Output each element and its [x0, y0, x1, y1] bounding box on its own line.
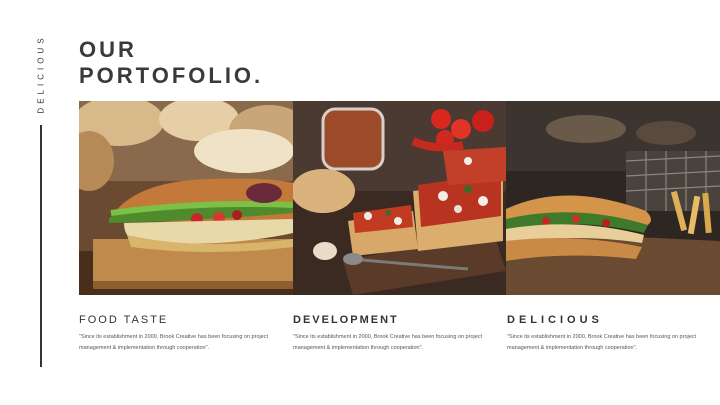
photo-sandwich: [79, 101, 293, 295]
portfolio-item-description: "Since its establishment in 2000, Brook …: [293, 334, 483, 351]
photo-bruschetta: [293, 101, 506, 295]
portfolio-item-heading: FOOD TASTE: [79, 314, 169, 326]
portfolio-item-food-taste: FOOD TASTE "Since its establishment in 2…: [79, 314, 269, 354]
photo-baguette: [506, 101, 720, 295]
title-line-1: OUR: [79, 37, 137, 62]
title-line-2: PORTOFOLIO.: [79, 63, 264, 88]
portfolio-item-description: "Since its establishment in 2000, Brook …: [79, 334, 269, 351]
portfolio-item-development: DEVELOPMENT "Since its establishment in …: [293, 314, 483, 354]
page-title: OUR PORTOFOLIO.: [79, 37, 263, 89]
portfolio-gallery: [79, 101, 720, 295]
portfolio-item-delicious: DELICIOUS "Since its establishment in 20…: [507, 314, 697, 354]
side-label: DELICIOUS: [36, 34, 46, 114]
side-divider-line: [40, 125, 42, 367]
portfolio-item-description: "Since its establishment in 2000, Brook …: [507, 334, 697, 351]
portfolio-item-heading: DEVELOPMENT: [293, 314, 399, 326]
portfolio-item-heading: DELICIOUS: [507, 314, 603, 326]
